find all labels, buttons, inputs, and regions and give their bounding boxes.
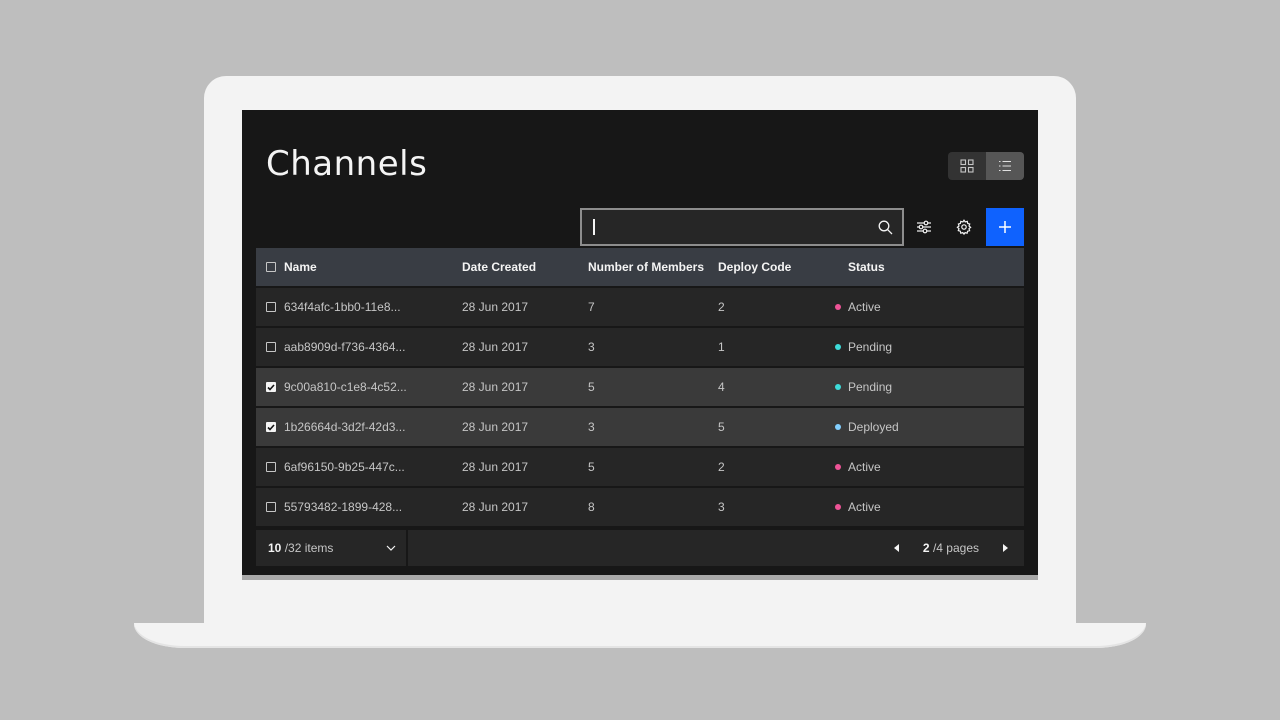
grid-icon [960,159,974,173]
checkmark-icon [266,423,275,431]
status-label: Pending [848,380,893,394]
row-checkbox[interactable] [265,382,276,392]
status-dot [835,304,841,310]
search-box [580,208,904,246]
column-header-members[interactable]: Number of Members [588,260,718,274]
cell-members: 8 [588,500,595,514]
column-header-date[interactable]: Date Created [462,260,588,274]
list-view-button[interactable] [986,152,1024,180]
current-page: 2 [922,541,930,555]
cell-deploy-code: 2 [718,300,725,314]
column-header-status[interactable]: Status [848,260,885,274]
table-header: Name Date Created Number of Members Depl… [256,248,1024,288]
cell-date: 28 Jun 2017 [462,340,529,354]
status-dot [835,464,841,470]
select-all-checkbox[interactable] [265,262,276,272]
laptop-base [134,623,1146,648]
row-checkbox[interactable] [265,502,276,512]
search-icon[interactable] [878,220,893,235]
caret-left-icon [893,544,899,552]
status-label: Deployed [848,420,899,434]
column-header-name[interactable]: Name [284,260,462,274]
cell-deploy-code: 2 [718,460,725,474]
table-toolbar [580,208,1024,246]
cell-name: 1b26664d-3d2f-42d3... [284,420,406,434]
caret-right-icon [1003,544,1008,552]
cell-deploy-code: 5 [718,420,725,434]
cell-status: Deployed [835,420,899,434]
cell-status: Pending [835,380,893,394]
next-page-button[interactable] [1003,544,1008,552]
table-row[interactable]: aab8909d-f736-4364... 28 Jun 2017 3 1 Pendin… [256,328,1024,368]
plus-icon [999,221,1011,233]
status-dot [835,344,841,350]
app-screen: Channels Name Date Created Number of Mem… [242,110,1038,580]
cell-name: aab8909d-f736-4364... [284,340,406,354]
settings-button[interactable] [944,208,984,246]
previous-page-button[interactable] [893,544,899,552]
status-dot [835,504,841,510]
cell-status: Active [835,300,881,314]
cell-deploy-code: 1 [718,340,725,354]
table-row[interactable]: 1b26664d-3d2f-42d3... 28 Jun 2017 3 5 Deploy… [256,408,1024,448]
cell-status: Active [835,500,881,514]
status-label: Active [848,460,881,474]
status-dot [835,424,841,430]
text-cursor [593,219,595,235]
cell-members: 7 [588,300,595,314]
table-row[interactable]: 55793482-1899-428... 28 Jun 2017 8 3 Active [256,488,1024,528]
cell-members: 5 [588,460,595,474]
gear-icon [956,219,972,235]
cell-name: 6af96150-9b25-447c... [284,460,405,474]
row-checkbox[interactable] [265,342,276,352]
chevron-down-icon [386,545,396,551]
filter-button[interactable] [904,208,944,246]
total-items: /32 items [284,541,334,555]
cell-status: Pending [835,340,893,354]
cell-date: 28 Jun 2017 [462,460,529,474]
column-header-deploy-code[interactable]: Deploy Code [718,260,848,274]
cell-name: 9c00a810-c1e8-4c52... [284,380,407,394]
status-dot [835,384,841,390]
cell-deploy-code: 4 [718,380,725,394]
cell-status: Active [835,460,881,474]
cell-deploy-code: 3 [718,500,725,514]
cell-members: 3 [588,340,595,354]
table-row[interactable]: 634f4afc-1bb0-11e8... 28 Jun 2017 7 2 Active [256,288,1024,328]
pagination-bar: 10 /32 items 2 /4 pages [256,530,1024,566]
total-pages: /4 pages [932,541,979,555]
cell-members: 3 [588,420,595,434]
cell-date: 28 Jun 2017 [462,380,529,394]
grid-view-button[interactable] [948,152,986,180]
row-checkbox[interactable] [265,422,276,432]
cell-date: 28 Jun 2017 [462,420,529,434]
sliders-icon [917,220,931,234]
row-checkbox[interactable] [265,462,276,472]
items-per-page-select[interactable]: 10 /32 items [256,530,408,566]
search-input[interactable] [582,210,902,244]
status-label: Active [848,300,881,314]
table-row[interactable]: 6af96150-9b25-447c... 28 Jun 2017 5 2 Active [256,448,1024,488]
status-label: Pending [848,340,893,354]
cell-name: 55793482-1899-428... [284,500,403,514]
status-label: Active [848,500,881,514]
checkmark-icon [266,383,275,391]
cell-members: 5 [588,380,595,394]
view-toggle [948,152,1024,180]
page-title: Channels [266,144,428,184]
add-channel-button[interactable] [986,208,1024,246]
cell-date: 28 Jun 2017 [462,500,529,514]
cell-name: 634f4afc-1bb0-11e8... [284,300,401,314]
row-checkbox[interactable] [265,302,276,312]
table-row[interactable]: 9c00a810-c1e8-4c52... 28 Jun 2017 5 4 Pendin… [256,368,1024,408]
items-per-page-value: 10 [268,541,282,555]
list-icon [999,160,1011,172]
cell-date: 28 Jun 2017 [462,300,529,314]
channels-table: Name Date Created Number of Members Depl… [256,248,1024,528]
